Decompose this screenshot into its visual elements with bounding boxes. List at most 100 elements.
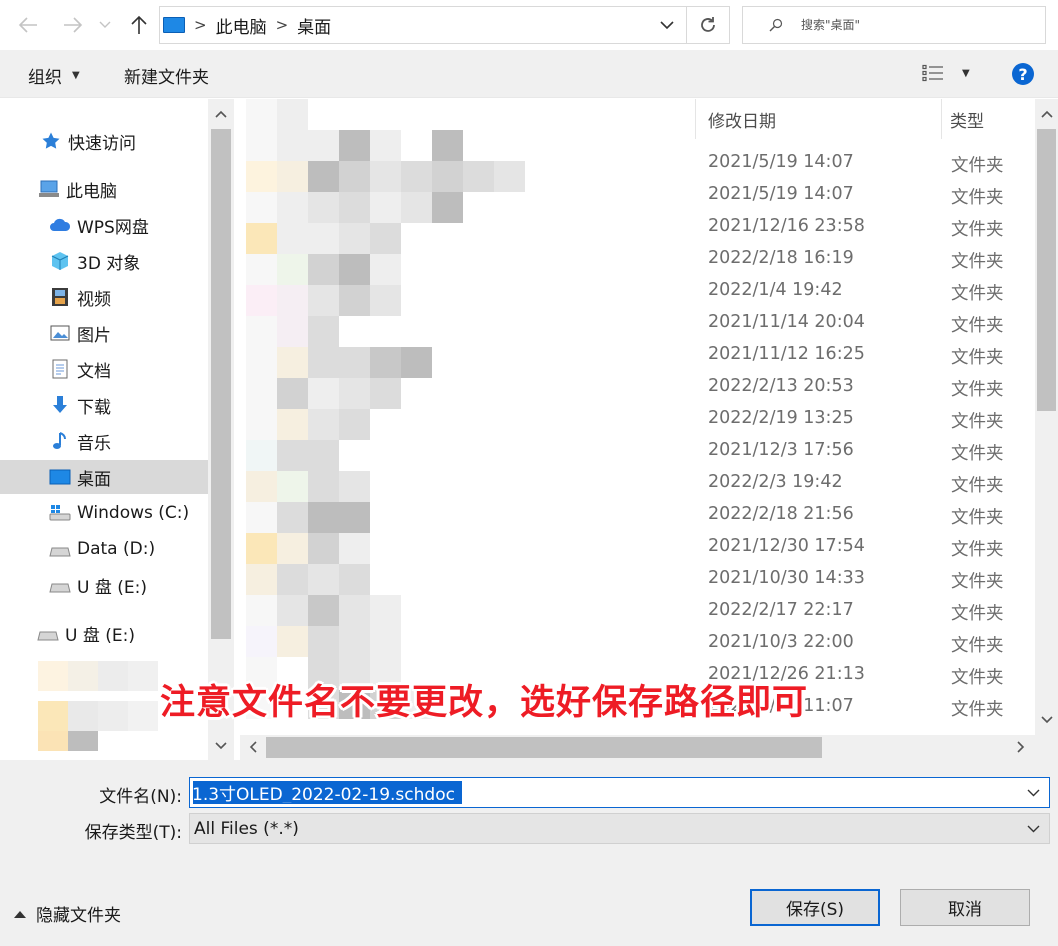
nav-item-videos[interactable]: 视频 bbox=[0, 280, 208, 314]
nav-item-usb-e[interactable]: U 盘 (E:) bbox=[0, 568, 208, 602]
scroll-thumb[interactable] bbox=[1037, 129, 1056, 411]
breadcrumb-this-pc[interactable]: 此电脑 bbox=[216, 13, 267, 38]
file-row-type[interactable]: 文件夹 bbox=[951, 312, 1004, 337]
scroll-up-button[interactable] bbox=[1035, 103, 1058, 125]
film-icon bbox=[49, 287, 71, 307]
organize-button[interactable]: 组织 ▼ bbox=[28, 63, 80, 88]
hide-folders-toggle[interactable]: 隐藏文件夹 bbox=[14, 901, 121, 926]
forward-button[interactable] bbox=[59, 8, 87, 42]
file-row-type[interactable]: 文件夹 bbox=[951, 472, 1004, 497]
filetype-label: 保存类型(T): bbox=[84, 823, 182, 843]
cancel-button[interactable]: 取消 bbox=[900, 889, 1030, 926]
blurred-item bbox=[128, 661, 158, 691]
file-row-type[interactable]: 文件夹 bbox=[951, 440, 1004, 465]
file-row-type[interactable]: 文件夹 bbox=[951, 696, 1004, 721]
recent-locations-button[interactable] bbox=[95, 8, 115, 42]
change-view-button[interactable]: ▼ bbox=[922, 64, 970, 82]
column-header-type[interactable]: 类型 bbox=[950, 107, 984, 132]
scroll-down-button[interactable] bbox=[208, 735, 234, 757]
nav-item-data-d[interactable]: Data (D:) bbox=[0, 532, 208, 566]
nav-item-usb-e-root[interactable]: U 盘 (E:) bbox=[0, 616, 208, 650]
scroll-thumb[interactable] bbox=[266, 737, 822, 758]
file-row-date[interactable]: 2021/12/30 17:54 bbox=[708, 536, 865, 556]
filename-input[interactable] bbox=[190, 782, 990, 803]
file-row-date[interactable]: 2021/10/30 14:33 bbox=[708, 568, 865, 588]
breadcrumb-desktop[interactable]: 桌面 bbox=[297, 13, 331, 38]
nav-item-documents[interactable]: 文档 bbox=[0, 352, 208, 386]
blurred-file-name bbox=[339, 595, 370, 626]
scroll-right-button[interactable] bbox=[1008, 736, 1034, 758]
file-row-date[interactable]: 2022/2/18 16:19 bbox=[708, 248, 854, 268]
file-row-date[interactable]: 2022/2/13 20:53 bbox=[708, 376, 854, 396]
nav-item-wps-cloud[interactable]: WPS网盘 bbox=[0, 208, 208, 242]
file-row-date[interactable]: 2022/2/17 22:17 bbox=[708, 600, 854, 620]
search-input[interactable] bbox=[801, 18, 1021, 32]
address-bar[interactable]: > 此电脑 > 桌面 bbox=[159, 6, 730, 44]
file-row-date[interactable]: 2021/10/3 22:00 bbox=[708, 632, 854, 652]
file-row-date[interactable]: 2021/11/12 16:25 bbox=[708, 344, 865, 364]
file-row-type[interactable]: 文件夹 bbox=[951, 664, 1004, 689]
nav-item-downloads[interactable]: 下载 bbox=[0, 388, 208, 422]
filename-combobox[interactable] bbox=[189, 777, 1050, 808]
help-button[interactable]: ? bbox=[1012, 63, 1034, 85]
file-row-type[interactable]: 文件夹 bbox=[951, 248, 1004, 273]
file-row-type[interactable]: 文件夹 bbox=[951, 504, 1004, 529]
filename-dropdown-button[interactable] bbox=[1021, 778, 1045, 807]
scroll-left-button[interactable] bbox=[240, 736, 266, 758]
refresh-button[interactable] bbox=[686, 7, 729, 43]
file-row-date[interactable]: 2022/1/4 19:42 bbox=[708, 280, 843, 300]
file-row-date[interactable]: 2022/2/19 13:25 bbox=[708, 408, 854, 428]
file-row-date[interactable]: 2021/12/16 23:58 bbox=[708, 216, 865, 236]
file-row-type[interactable]: 文件夹 bbox=[951, 184, 1004, 209]
nav-item-desktop[interactable]: 桌面 bbox=[0, 460, 208, 494]
file-row-date[interactable]: 2022/2/18 21:56 bbox=[708, 504, 854, 524]
scroll-up-button[interactable] bbox=[208, 103, 234, 125]
file-row-type[interactable]: 文件夹 bbox=[951, 568, 1004, 593]
blurred-file-name bbox=[339, 626, 370, 657]
file-list-horizontal-scrollbar[interactable] bbox=[240, 735, 1035, 760]
scroll-down-button[interactable] bbox=[1035, 709, 1058, 731]
file-row-type[interactable]: 文件夹 bbox=[951, 600, 1004, 625]
nav-scrollbar[interactable] bbox=[208, 99, 234, 760]
file-row-type[interactable]: 文件夹 bbox=[951, 216, 1004, 241]
blurred-file-name bbox=[308, 378, 339, 409]
file-row-date[interactable]: 2021/11/14 20:04 bbox=[708, 312, 865, 332]
up-button[interactable] bbox=[125, 8, 153, 42]
file-row-type[interactable]: 文件夹 bbox=[951, 280, 1004, 305]
file-row-type[interactable]: 文件夹 bbox=[951, 632, 1004, 657]
search-box[interactable] bbox=[742, 6, 1046, 44]
back-button[interactable] bbox=[14, 8, 42, 42]
blurred-file-name bbox=[277, 316, 308, 347]
blurred-file-name bbox=[277, 502, 308, 533]
new-folder-button[interactable]: 新建文件夹 bbox=[124, 63, 209, 88]
file-row-type[interactable]: 文件夹 bbox=[951, 152, 1004, 177]
nav-item-music[interactable]: 音乐 bbox=[0, 424, 208, 458]
file-row-date[interactable]: 2021/12/3 17:56 bbox=[708, 440, 854, 460]
blurred-file-name bbox=[246, 130, 277, 161]
file-row-type[interactable]: 文件夹 bbox=[951, 536, 1004, 561]
annotation-caption: 注意文件名不要更改，选好保存路径即可 bbox=[160, 683, 809, 723]
nav-item-label: 音乐 bbox=[77, 433, 111, 454]
address-dropdown-button[interactable] bbox=[649, 7, 685, 43]
file-row-date[interactable]: 2021/5/19 14:07 bbox=[708, 184, 854, 204]
file-list-vertical-scrollbar[interactable] bbox=[1035, 99, 1058, 735]
nav-item-quick-access[interactable]: 快速访问 bbox=[0, 124, 208, 158]
caret-up-icon bbox=[14, 910, 26, 918]
nav-item-pictures[interactable]: 图片 bbox=[0, 316, 208, 350]
filetype-dropdown-button[interactable] bbox=[1021, 814, 1045, 843]
file-row-type[interactable]: 文件夹 bbox=[951, 376, 1004, 401]
up-arrow-icon bbox=[131, 15, 147, 34]
save-button[interactable]: 保存(S) bbox=[750, 889, 880, 926]
nav-item-3d-objects[interactable]: 3D 对象 bbox=[0, 244, 208, 278]
nav-item-windows-c[interactable]: Windows (C:) bbox=[0, 496, 208, 530]
file-row-type[interactable]: 文件夹 bbox=[951, 408, 1004, 433]
scroll-thumb[interactable] bbox=[211, 129, 231, 639]
file-row-type[interactable]: 文件夹 bbox=[951, 344, 1004, 369]
blurred-file-name bbox=[370, 130, 401, 161]
nav-item-this-pc[interactable]: 此电脑 bbox=[0, 172, 208, 206]
chevron-down-icon bbox=[660, 20, 674, 29]
file-row-date[interactable]: 2022/2/3 19:42 bbox=[708, 472, 843, 492]
column-header-date[interactable]: 修改日期 bbox=[708, 107, 776, 132]
file-row-date[interactable]: 2021/5/19 14:07 bbox=[708, 152, 854, 172]
filetype-select[interactable]: All Files (*.*) bbox=[189, 813, 1050, 844]
